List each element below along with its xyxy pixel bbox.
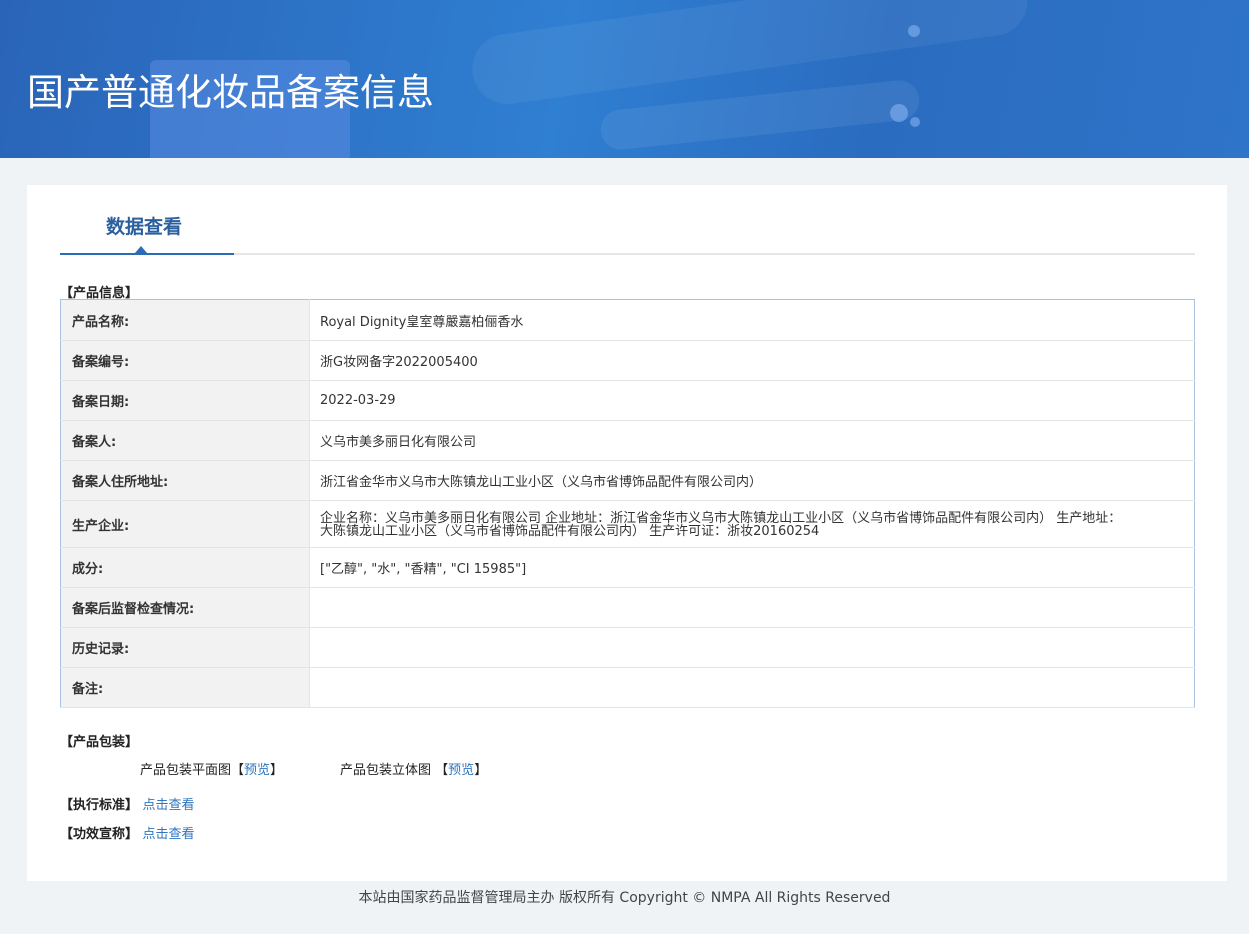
- row-value: ["乙醇", "水", "香精", "CI 15985"]: [309, 547, 1195, 588]
- row-label: 备注:: [60, 667, 310, 708]
- standard-label: 【执行标准】: [60, 798, 139, 813]
- row-label: 备案人:: [60, 420, 310, 461]
- bracket: 【: [435, 763, 449, 778]
- row-value: 义乌市美多丽日化有限公司: [309, 420, 1195, 461]
- row-label: 成分:: [60, 547, 310, 588]
- table-row: 备注:: [60, 667, 1195, 708]
- tab-active-indicator: [135, 246, 147, 253]
- header-banner: 国产普通化妆品备案信息: [0, 0, 1249, 158]
- table-row: 生产企业: 企业名称：义乌市美多丽日化有限公司 企业地址：浙江省金华市义乌市大陈…: [60, 500, 1195, 548]
- efficacy-label: 【功效宣称】: [60, 827, 139, 842]
- row-value: 浙江省金华市义乌市大陈镇龙山工业小区（义乌市省博饰品配件有限公司内）: [309, 460, 1195, 501]
- row-value: 2022-03-29: [309, 380, 1195, 421]
- tab-data-view[interactable]: 数据查看: [60, 185, 234, 255]
- product-info-table: 产品名称: Royal Dignity皇室尊嚴嘉柏俪香水 备案编号: 浙G妆网备…: [60, 299, 1195, 708]
- packaging-flat-label: 产品包装平面图: [140, 763, 232, 778]
- table-row: 产品名称: Royal Dignity皇室尊嚴嘉柏俪香水: [60, 299, 1195, 341]
- tab-label: 数据查看: [106, 216, 183, 238]
- row-value: 企业名称：义乌市美多丽日化有限公司 企业地址：浙江省金华市义乌市大陈镇龙山工业小…: [309, 500, 1195, 548]
- table-row: 备案人住所地址: 浙江省金华市义乌市大陈镇龙山工业小区（义乌市省博饰品配件有限公…: [60, 460, 1195, 501]
- row-label: 产品名称:: [60, 299, 310, 341]
- row-label: 备案后监督检查情况:: [60, 587, 310, 628]
- stereo-preview-link[interactable]: 预览: [448, 763, 474, 778]
- bracket: 】: [474, 763, 488, 778]
- row-value: [309, 587, 1195, 628]
- efficacy-view-link[interactable]: 点击查看: [143, 827, 195, 842]
- row-value: [309, 627, 1195, 668]
- row-value: 浙G妆网备字2022005400: [309, 340, 1195, 381]
- banner-decoration: [908, 25, 920, 37]
- footer-copyright: 本站由国家药品监督管理局主办 版权所有 Copyright © NMPA All…: [358, 890, 891, 906]
- tab-bar: 数据查看: [60, 185, 1195, 255]
- table-row: 成分: ["乙醇", "水", "香精", "CI 15985"]: [60, 547, 1195, 588]
- packaging-section-label: 【产品包装】: [60, 735, 139, 750]
- table-row: 历史记录:: [60, 627, 1195, 668]
- standard-view-link[interactable]: 点击查看: [143, 798, 195, 813]
- row-label: 历史记录:: [60, 627, 310, 668]
- efficacy-row: 【功效宣称】 点击查看: [60, 823, 195, 842]
- row-value: Royal Dignity皇室尊嚴嘉柏俪香水: [309, 299, 1195, 341]
- table-row: 备案后监督检查情况:: [60, 587, 1195, 628]
- row-value: [309, 667, 1195, 708]
- page-title: 国产普通化妆品备案信息: [27, 71, 434, 114]
- row-label: 备案人住所地址:: [60, 460, 310, 501]
- bracket: 【: [231, 763, 245, 778]
- banner-decoration: [467, 0, 1033, 109]
- banner-decoration: [890, 104, 908, 122]
- packaging-stereo-label: 产品包装立体图: [340, 763, 432, 778]
- table-row: 备案日期: 2022-03-29: [60, 380, 1195, 421]
- flat-preview-link[interactable]: 预览: [244, 763, 270, 778]
- bracket: 】: [270, 763, 284, 778]
- banner-decoration: [598, 78, 922, 152]
- banner-decoration: [910, 117, 920, 127]
- row-label: 生产企业:: [60, 500, 310, 548]
- packaging-flat: 产品包装平面图【预览】: [140, 759, 283, 778]
- packaging-stereo: 产品包装立体图 【预览】: [340, 759, 487, 778]
- table-row: 备案编号: 浙G妆网备字2022005400: [60, 340, 1195, 381]
- content-card: 数据查看 【产品信息】 产品名称: Royal Dignity皇室尊嚴嘉柏俪香水…: [27, 185, 1227, 881]
- standard-row: 【执行标准】 点击查看: [60, 794, 195, 813]
- row-label: 备案编号:: [60, 340, 310, 381]
- table-row: 备案人: 义乌市美多丽日化有限公司: [60, 420, 1195, 461]
- row-label: 备案日期:: [60, 380, 310, 421]
